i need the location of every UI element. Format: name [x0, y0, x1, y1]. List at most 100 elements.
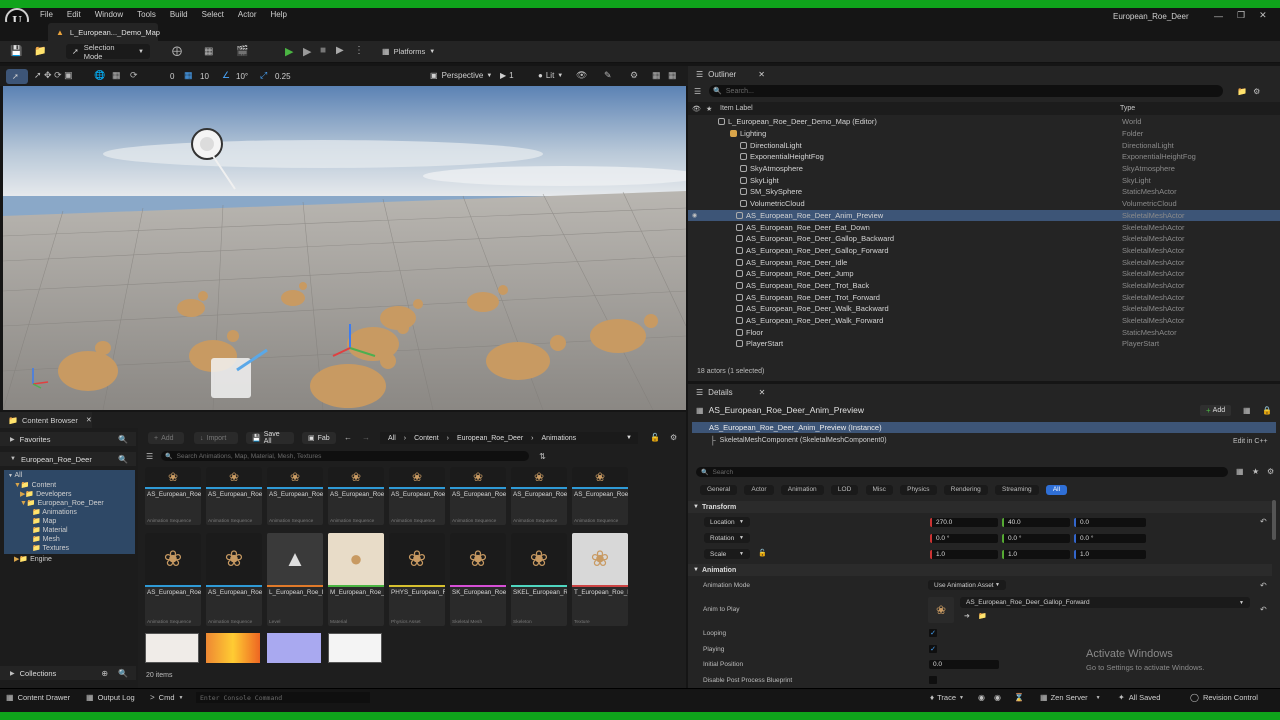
menu-edit[interactable]: Edit: [67, 10, 81, 19]
outliner-row[interactable]: ◉ AS_European_Roe_Deer_Anim_Preview Skelet…: [688, 209, 1280, 222]
location-x-field[interactable]: 270.0: [930, 518, 998, 527]
outliner-row[interactable]: AS_European_Roe_Deer_Walk_Forward Skeleta…: [688, 315, 1280, 327]
cmd-dropdown[interactable]: > Cmd ▼: [150, 693, 183, 702]
filter-all[interactable]: All: [1045, 484, 1068, 495]
tree-textures[interactable]: 📁 Textures: [32, 544, 69, 552]
filter-lod[interactable]: LOD: [830, 484, 859, 495]
perspective-dropdown[interactable]: ▣ Perspective ▼: [430, 71, 492, 80]
asset-tile[interactable]: ❀ PHYS_European_Roe_Deer Physics Asset: [389, 533, 445, 626]
menu-help[interactable]: Help: [271, 10, 287, 19]
eject-icon[interactable]: ▶: [336, 45, 344, 56]
show-icon[interactable]: 👁: [576, 70, 587, 81]
details-scrollbar[interactable]: [1272, 500, 1276, 540]
transform-tools-icon[interactable]: ➚ ✥ ⟳ ▣: [34, 70, 73, 81]
menu-build[interactable]: Build: [170, 10, 188, 19]
cb-search-input[interactable]: 🔍 Search Animations, Map, Material, Mesh…: [161, 451, 530, 461]
anim-to-play-dropdown[interactable]: AS_European_Roe_Deer_Gallop_Forward ▼: [960, 597, 1250, 608]
playing-checkbox[interactable]: ✓: [929, 645, 937, 653]
tab-level-map[interactable]: ▲ L_European..._Demo_Map: [48, 23, 160, 41]
more-options-icon[interactable]: ⋮: [354, 45, 364, 56]
save-icon[interactable]: 💾: [10, 46, 22, 57]
blueprint-icon[interactable]: ▦: [204, 46, 213, 57]
outliner-row[interactable]: SkyLight SkyLight: [688, 174, 1280, 186]
play-icon[interactable]: ▶: [285, 45, 293, 58]
menu-actor[interactable]: Actor: [238, 10, 257, 19]
saved-status[interactable]: ✦ All Saved: [1118, 693, 1160, 702]
anim-thumbnail[interactable]: ❀: [928, 597, 954, 623]
realtime-icon[interactable]: ✎: [604, 70, 612, 81]
close-icon[interactable]: ✕: [759, 388, 766, 397]
zen-server-button[interactable]: ▦ Zen Server ▼: [1040, 693, 1101, 702]
browse-asset-icon[interactable]: ➜: [964, 612, 970, 620]
asset-tile[interactable]: ❀ AS_European_Roe_Deer_Trot_Forward Animat…: [572, 467, 628, 525]
select-tool-icon[interactable]: ➚: [6, 69, 28, 84]
rotation-dropdown[interactable]: Rotation ▼: [704, 533, 750, 543]
settings-icon[interactable]: ⚙: [670, 433, 677, 442]
filter-icon[interactable]: ☰: [146, 452, 153, 461]
root-folder-header[interactable]: ▼ European_Roe_Deer 🔍: [0, 452, 136, 466]
asset-tile[interactable]: ❀ SK_European_Roe_Deer Skeletal Mesh: [450, 533, 506, 626]
filter-actor[interactable]: Actor: [744, 484, 774, 495]
scale-snap-icon[interactable]: ⤢: [260, 70, 267, 81]
sort-icon[interactable]: ⇅: [539, 452, 546, 461]
location-dropdown[interactable]: Location ▼: [704, 517, 750, 527]
col-type[interactable]: Type: [1120, 105, 1135, 112]
reset-icon[interactable]: ↶: [1260, 517, 1267, 526]
tree-european-roe-deer[interactable]: ▼📁 European_Roe_Deer: [20, 499, 104, 507]
breadcrumb-all[interactable]: All: [388, 435, 396, 442]
collections-header[interactable]: ▶ Collections ⊕ 🔍: [0, 666, 136, 680]
camera-speed-dropdown[interactable]: ▶ 1: [500, 71, 514, 80]
breadcrumb-roe-deer[interactable]: European_Roe_Deer: [457, 435, 523, 442]
details-tab[interactable]: ☰ Details ✕: [688, 384, 778, 400]
outliner-row[interactable]: AS_European_Roe_Deer_Jump SkeletalMeshAct…: [688, 268, 1280, 280]
search-icon[interactable]: 🔍: [118, 669, 128, 678]
filter-physics[interactable]: Physics: [900, 484, 937, 495]
add-folder-icon[interactable]: 📁: [1237, 87, 1247, 96]
table-view-icon[interactable]: ▦: [1236, 467, 1244, 476]
coordinate-icon[interactable]: 🌐: [94, 70, 105, 81]
asset-tile[interactable]: ❀ AS_European_Roe_Deer_Anim_Preview Animat…: [145, 467, 201, 525]
asset-thumb-texture[interactable]: [267, 633, 321, 663]
grid-snap-value[interactable]: 10: [200, 72, 209, 81]
asset-tile[interactable]: ❀ AS_European_Roe_Deer_Walk_Backward Anima…: [145, 533, 201, 626]
rotation-y-field[interactable]: 0.0 °: [1002, 534, 1070, 543]
asset-tile[interactable]: ▲ L_European_Roe_Deer_Demo_Map Level: [267, 533, 323, 626]
content-browser-tab[interactable]: 📁 Content Browser ✕: [0, 412, 92, 428]
outliner-row[interactable]: SM_SkySphere StaticMeshActor: [688, 186, 1280, 198]
asset-tile[interactable]: ❀ AS_European_Roe_Deer_Idle Animation Sequ…: [389, 467, 445, 525]
filter-icon[interactable]: ☰: [694, 87, 701, 96]
edit-in-cpp-link[interactable]: Edit in C++: [1233, 438, 1268, 445]
filter-animation[interactable]: Animation: [780, 484, 824, 495]
menu-window[interactable]: Window: [95, 10, 123, 19]
browse-icon[interactable]: 📁: [34, 46, 46, 57]
search-icon[interactable]: 🔍: [118, 435, 128, 444]
lock-icon[interactable]: 🔓: [758, 549, 767, 557]
asset-tile[interactable]: ● M_European_Roe_Deer_Female Material: [328, 533, 384, 626]
rotation-z-field[interactable]: 0.0 °: [1074, 534, 1146, 543]
outliner-row[interactable]: AS_European_Roe_Deer_Idle SkeletalMeshAct…: [688, 256, 1280, 268]
col-item-label[interactable]: Item Label: [720, 105, 753, 112]
lit-dropdown[interactable]: ● Lit ▼: [538, 71, 563, 80]
record-icon[interactable]: ◉: [978, 693, 985, 702]
trace-dropdown[interactable]: ♦ Trace ▼: [930, 693, 964, 702]
tree-mesh[interactable]: 📁 Mesh: [32, 535, 60, 543]
layout-icon[interactable]: ▦: [652, 70, 661, 81]
outliner-row[interactable]: L_European_Roe_Deer_Demo_Map (Editor) Wor…: [688, 116, 1280, 128]
tree-animations[interactable]: 📁 Animations: [32, 508, 77, 516]
maximize-viewport-icon[interactable]: ▦: [668, 70, 677, 81]
add-button[interactable]: + Add: [148, 432, 184, 444]
blueprint-icon[interactable]: ▦: [1243, 406, 1251, 415]
reset-icon[interactable]: ↶: [1260, 581, 1267, 590]
favorite-icon[interactable]: ★: [1252, 467, 1259, 476]
content-drawer-button[interactable]: ▦ Content Drawer: [6, 693, 70, 702]
outliner-row[interactable]: SkyAtmosphere SkyAtmosphere: [688, 163, 1280, 175]
asset-thumb-texture[interactable]: [206, 633, 260, 663]
outliner-row[interactable]: ExponentialHeightFog ExponentialHeightFog: [688, 151, 1280, 163]
insights-icon[interactable]: ⌛: [1014, 693, 1024, 702]
close-icon[interactable]: ✕: [86, 416, 92, 424]
chevron-down-icon[interactable]: ▼: [626, 435, 632, 441]
tree-all[interactable]: ▼ All: [8, 472, 22, 479]
search-icon[interactable]: 🔍: [118, 455, 128, 464]
find-asset-icon[interactable]: 📁: [978, 612, 987, 620]
animation-section[interactable]: ▼ Animation: [688, 564, 1272, 576]
